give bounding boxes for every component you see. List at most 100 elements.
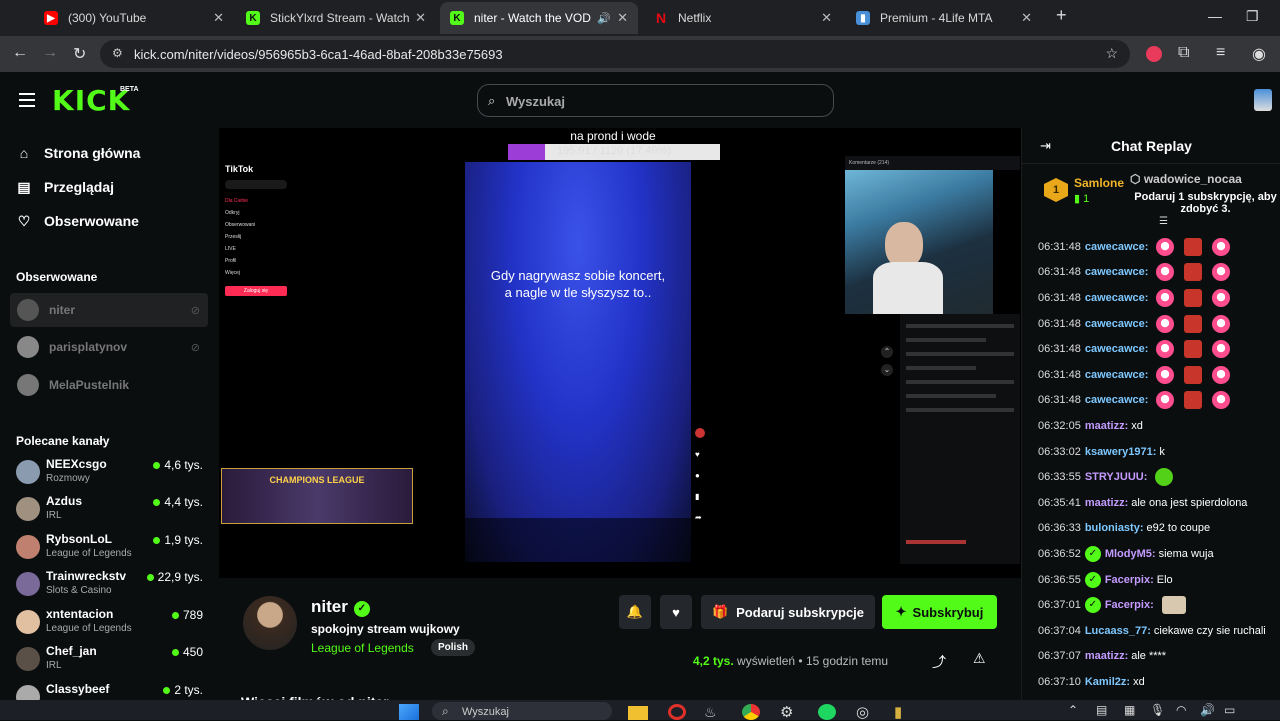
minimize-icon[interactable]: — xyxy=(1208,8,1222,24)
tab-niter-vod[interactable]: K niter - Watch the VOD on K 🔊 ✕ xyxy=(440,2,638,34)
tab-title: niter - Watch the VOD on K xyxy=(474,11,593,25)
top-gifter-count-text: 1 xyxy=(1083,193,1090,205)
message-time: 06:31:48 xyxy=(1038,368,1081,381)
sidebar-item-home[interactable]: ⌂ Strona główna xyxy=(16,141,141,165)
views-label: wyświetleń xyxy=(737,654,796,668)
message-username[interactable]: Facerpix: xyxy=(1105,599,1154,611)
recommended-channel[interactable]: Trainwreckstv Slots & Casino 22,9 tys. xyxy=(16,568,206,600)
mic-icon[interactable]: 🎙 xyxy=(1150,703,1165,717)
message-username[interactable]: buloniasty: xyxy=(1085,522,1144,534)
top-gifter-count: ▮ 1 xyxy=(1074,193,1090,205)
message-username[interactable]: maatizz: xyxy=(1085,650,1128,662)
channel-avatar[interactable] xyxy=(243,596,297,650)
message-username[interactable]: Facerpix: xyxy=(1105,574,1154,586)
message-text: ale ona jest spierdolona xyxy=(1131,496,1248,509)
forward-icon[interactable]: → xyxy=(42,44,58,62)
reload-icon[interactable]: ↻ xyxy=(73,44,86,64)
tray-app-icon[interactable]: ▦ xyxy=(1124,703,1135,717)
sidebar-item-following[interactable]: ♡ Obserwowane xyxy=(16,209,139,233)
recommended-channel[interactable]: Chef_jan IRL 450 xyxy=(16,643,206,675)
message-username[interactable]: cawecawce: xyxy=(1085,369,1149,381)
wifi-icon[interactable]: ◠ xyxy=(1176,703,1186,717)
subscribe-button[interactable]: ✦ Subskrybuj xyxy=(882,595,997,629)
channel-name: NEEXcsgo xyxy=(46,457,107,471)
sidebar-item-browse[interactable]: ▤ Przeglądaj xyxy=(16,175,114,199)
close-tab-icon[interactable]: ✕ xyxy=(1021,10,1032,26)
extension-icon[interactable] xyxy=(1146,46,1162,62)
battery-icon[interactable]: ▭ xyxy=(1224,703,1235,717)
tray-app-icon[interactable]: ▤ xyxy=(1096,703,1107,717)
message-username[interactable]: cawecawce: xyxy=(1085,394,1149,406)
opera-icon[interactable] xyxy=(668,704,686,720)
message-username[interactable]: Kamil2z: xyxy=(1085,676,1130,688)
site-info-icon[interactable]: ⚙ xyxy=(112,46,123,60)
message-username[interactable]: cawecawce: xyxy=(1085,318,1149,330)
volume-icon[interactable]: 🔊 xyxy=(1200,703,1215,717)
message-text: siema wuja xyxy=(1158,547,1214,560)
close-tab-icon[interactable]: ✕ xyxy=(821,10,832,26)
file-explorer-icon[interactable] xyxy=(628,706,648,720)
message-username[interactable]: cawecawce: xyxy=(1085,241,1149,253)
steam-icon[interactable]: ♨ xyxy=(704,704,717,721)
message-username[interactable]: MlodyM5: xyxy=(1105,548,1156,560)
message-username[interactable]: STRYJUUU: xyxy=(1085,471,1148,483)
follow-button[interactable]: ♥ xyxy=(660,595,692,629)
recommended-channel[interactable]: RybsonLoL League of Legends 1,9 tys. xyxy=(16,531,206,563)
close-tab-icon[interactable]: ✕ xyxy=(617,10,628,26)
streamer-body xyxy=(873,262,943,314)
spotify-icon[interactable] xyxy=(818,704,836,720)
profile-icon[interactable]: ◉ xyxy=(1252,44,1266,64)
message-username[interactable]: ksawery1971: xyxy=(1085,446,1157,458)
kick-logo[interactable]: KICK xyxy=(52,84,130,117)
bookmark-star-icon[interactable]: ☆ xyxy=(1105,45,1118,62)
recommended-channel[interactable]: xntentacion League of Legends 789 xyxy=(16,606,206,638)
report-icon[interactable]: ⚠ xyxy=(973,650,986,667)
video-player[interactable]: TikTok Dla Ciebie Odkryj Obserwowani Prz… xyxy=(219,128,1021,578)
reading-list-icon[interactable]: ≡ xyxy=(1216,44,1225,62)
followed-channel[interactable]: niter ⊘ xyxy=(10,293,208,327)
speaker-icon[interactable]: 🔊 xyxy=(597,12,611,25)
message-username[interactable]: Lucaass_77: xyxy=(1085,625,1151,637)
followed-channel[interactable]: parisplatynov ⊘ xyxy=(10,330,208,364)
channel-name[interactable]: niter ✓ xyxy=(311,597,370,617)
tray-chevron-icon[interactable]: ⌃ xyxy=(1068,703,1078,717)
app-icon[interactable]: ▮ xyxy=(894,703,902,721)
recommended-channel[interactable]: Azdus IRL 4,4 tys. xyxy=(16,493,206,525)
message-time: 06:32:05 xyxy=(1038,419,1081,432)
maximize-icon[interactable]: ❐ xyxy=(1246,8,1259,25)
menu-icon[interactable] xyxy=(19,93,35,107)
new-tab-icon[interactable]: + xyxy=(1056,5,1067,26)
tab-youtube[interactable]: ▶ (300) YouTube ✕ xyxy=(34,4,234,32)
tab-netflix[interactable]: N Netflix ✕ xyxy=(644,4,842,32)
gift-sub-button[interactable]: 🎁 Podaruj subskrypcje xyxy=(701,595,875,629)
followed-channel[interactable]: MelaPustelnik xyxy=(10,368,208,402)
language-tag[interactable]: Polish xyxy=(431,639,476,656)
close-tab-icon[interactable]: ✕ xyxy=(213,10,224,26)
drag-handle-icon[interactable]: ☰ xyxy=(1159,216,1168,227)
message-time: 06:37:04 xyxy=(1038,624,1081,637)
message-username[interactable]: cawecawce: xyxy=(1085,343,1149,355)
settings-icon[interactable]: ⚙ xyxy=(780,703,793,721)
tab-premium[interactable]: ▮ Premium - 4Life MTA ✕ xyxy=(846,4,1042,32)
extensions-puzzle-icon[interactable]: ⧉ xyxy=(1178,44,1189,62)
share-icon[interactable]: ⤴ xyxy=(932,652,946,672)
recommended-channel[interactable]: NEEXcsgo Rozmowy 4,6 tys. xyxy=(16,456,206,488)
close-tab-icon[interactable]: ✕ xyxy=(415,10,426,26)
message-username[interactable]: maatizz: xyxy=(1085,497,1128,509)
progress-label: 195.91 / 1120 (17.49%) xyxy=(556,145,672,157)
message-username[interactable]: maatizz: xyxy=(1085,420,1128,432)
message-username[interactable]: cawecawce: xyxy=(1085,266,1149,278)
category-link[interactable]: League of Legends xyxy=(311,641,414,655)
taskbar-search[interactable]: ⌕ Wyszukaj xyxy=(432,702,612,720)
tab-stickylxrd[interactable]: K StickYlxrd Stream - Watch Live ✕ xyxy=(236,4,436,32)
user-avatar[interactable] xyxy=(1254,89,1272,111)
windows-start-icon[interactable] xyxy=(399,704,419,720)
back-icon[interactable]: ← xyxy=(12,44,28,62)
recommended-channel[interactable]: Classybeef 2 tys. xyxy=(16,681,206,700)
message-username[interactable]: cawecawce: xyxy=(1085,292,1149,304)
address-bar[interactable]: ⚙ kick.com/niter/videos/956965b3-6ca1-46… xyxy=(100,40,1130,68)
chrome-icon[interactable] xyxy=(742,704,760,720)
app-icon[interactable]: ◎ xyxy=(856,703,869,721)
search-input[interactable]: ⌕ Wyszukaj xyxy=(477,84,834,117)
notification-button[interactable]: 🔔 xyxy=(619,595,651,629)
